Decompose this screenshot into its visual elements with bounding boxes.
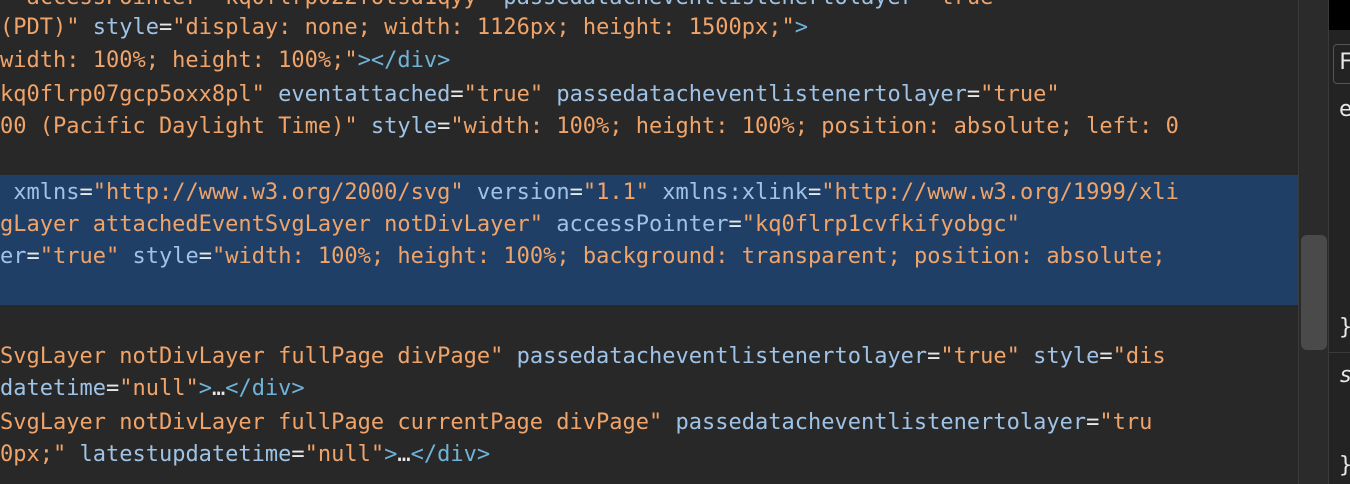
dom-node-line[interactable]: SvgLayer notDivLayer fullPage divPage" p… bbox=[0, 341, 1166, 373]
code-token-val: (PDT)" bbox=[0, 15, 80, 40]
code-token-tag: > bbox=[794, 15, 808, 40]
code-token-val: "true" bbox=[980, 82, 1060, 107]
code-token-val: "http://www.w3.org/2000/svg" bbox=[92, 180, 464, 205]
dom-node-line[interactable]: width: 100%; height: 100%;"></div> bbox=[0, 45, 450, 77]
code-token-txt: = bbox=[966, 82, 981, 107]
code-token-tag: </div> bbox=[410, 442, 491, 467]
code-token-val: "true" bbox=[940, 344, 1020, 369]
code-token-val: "dis bbox=[1112, 344, 1166, 369]
code-token-tag: ></div> bbox=[357, 48, 451, 73]
code-token-attr: version bbox=[463, 180, 570, 205]
code-token-val: "width: 100%; height: 100%; position: ab… bbox=[450, 114, 1179, 139]
code-token-txt: = bbox=[914, 0, 927, 10]
code-token-attr: xmlns:xlink bbox=[649, 180, 809, 205]
scrollbar-thumb[interactable] bbox=[1301, 235, 1327, 350]
side-panel-char: } bbox=[1339, 452, 1350, 480]
side-panel-divider bbox=[1329, 352, 1350, 353]
code-token-val: "tru bbox=[1099, 410, 1153, 435]
dom-node-line[interactable]: er="true" style="width: 100%; height: 10… bbox=[0, 241, 1166, 273]
code-token-attr: accessPointer bbox=[543, 212, 729, 237]
code-token-attr: er bbox=[0, 244, 27, 269]
side-panel-char: s bbox=[1339, 362, 1350, 390]
code-token-val: 0px;" bbox=[0, 442, 67, 467]
code-token-val: SvgLayer notDivLayer fullPage currentPag… bbox=[0, 410, 663, 435]
code-token-val: "true" bbox=[927, 0, 1006, 10]
code-token-txt: = bbox=[437, 114, 451, 139]
dom-node-line[interactable]: 00 (Pacific Daylight Time)" style="width… bbox=[0, 111, 1179, 143]
code-token-attr: style bbox=[357, 114, 438, 139]
side-panel-char: e bbox=[1339, 96, 1350, 124]
code-token-txt: = bbox=[1086, 410, 1100, 435]
code-token-txt: = bbox=[105, 376, 120, 401]
code-token-val: "width: 100%; height: 100%; background: … bbox=[211, 244, 1166, 269]
code-token-txt: = bbox=[450, 82, 464, 107]
code-token-txt: = bbox=[927, 344, 941, 369]
code-token-txt: … bbox=[397, 442, 411, 467]
code-token-val: "null" bbox=[119, 376, 199, 401]
code-token-txt: = bbox=[158, 15, 173, 40]
code-token-val: gLayer attachedEventSvgLayer notDivLayer… bbox=[0, 212, 544, 237]
code-token-txt: … bbox=[211, 376, 226, 401]
dom-node-line[interactable]: kq0flrp07gcp5oxx8pl" eventattached="true… bbox=[0, 79, 1060, 111]
code-token-attr: passedatacheventlistenertolayer bbox=[490, 0, 914, 10]
code-token-txt: = bbox=[728, 212, 742, 237]
dom-tree-panel[interactable]: " accessPointer="kq0flrp022fotsd1qyy" pa… bbox=[0, 0, 1298, 484]
code-token-val: "http://www.w3.org/1999/xli bbox=[821, 180, 1179, 205]
code-token-txt: = bbox=[1099, 344, 1113, 369]
side-panel-char: } bbox=[1339, 314, 1350, 342]
filter-input-char: F bbox=[1339, 49, 1350, 77]
styles-side-panel[interactable]: F e } s } bbox=[1328, 0, 1350, 484]
dom-node-line[interactable]: gLayer attachedEventSvgLayer notDivLayer… bbox=[0, 209, 1020, 241]
code-token-val: "true" bbox=[39, 244, 120, 269]
code-token-attr: passedatacheventlistenertolayer bbox=[543, 82, 967, 107]
code-token-val: SvgLayer notDivLayer fullPage divPage" bbox=[0, 344, 504, 369]
code-token-txt: = bbox=[569, 180, 583, 205]
code-token-txt: = bbox=[291, 442, 305, 467]
filter-input[interactable]: F bbox=[1333, 44, 1350, 84]
code-token-attr: passedatacheventlistenertolayer bbox=[503, 344, 928, 369]
code-token-val: "true" bbox=[463, 82, 544, 107]
code-token-tag: > bbox=[198, 376, 212, 401]
code-token-txt: = bbox=[808, 180, 822, 205]
code-token-attr: latestupdatetime bbox=[66, 442, 292, 467]
code-token-attr: eventattached bbox=[264, 82, 451, 107]
code-token-val: 00 (Pacific Daylight Time)" bbox=[0, 114, 358, 139]
code-token-tag: > bbox=[384, 442, 398, 467]
code-token-val: " accessPointer="kq0flrp022fotsd1qyy" bbox=[0, 0, 490, 10]
dom-node-line[interactable]: (PDT)" style="display: none; width: 1126… bbox=[0, 12, 808, 44]
code-token-txt: = bbox=[198, 244, 212, 269]
code-token-val: "null" bbox=[304, 442, 385, 467]
dom-node-line[interactable]: xmlns="http://www.w3.org/2000/svg" versi… bbox=[0, 177, 1179, 209]
code-token-val: "display: none; width: 1126px; height: 1… bbox=[172, 15, 795, 40]
code-token-attr: style bbox=[119, 244, 199, 269]
code-token-attr: xmlns bbox=[0, 180, 80, 205]
code-token-val: "kq0flrp1cvfkifyobgc" bbox=[741, 212, 1020, 237]
side-panel-header bbox=[1329, 0, 1350, 30]
dom-node-line[interactable]: datetime="null">…</div> bbox=[0, 373, 305, 405]
dom-node-line[interactable]: SvgLayer notDivLayer fullPage currentPag… bbox=[0, 407, 1152, 439]
code-token-tag: </div> bbox=[225, 376, 305, 401]
code-token-txt: = bbox=[26, 244, 40, 269]
code-token-val: width: 100%; height: 100%;" bbox=[0, 48, 358, 73]
code-token-attr: passedatacheventlistenertolayer bbox=[662, 410, 1087, 435]
code-token-val: kq0flrp07gcp5oxx8pl" bbox=[0, 82, 265, 107]
dom-node-line[interactable]: 0px;" latestupdatetime="null">…</div> bbox=[0, 439, 490, 471]
code-token-val: "1.1" bbox=[582, 180, 650, 205]
code-token-attr: style bbox=[79, 15, 159, 40]
code-token-attr: datetime bbox=[0, 376, 106, 401]
code-token-txt: = bbox=[79, 180, 93, 205]
code-token-attr: style bbox=[1019, 344, 1100, 369]
